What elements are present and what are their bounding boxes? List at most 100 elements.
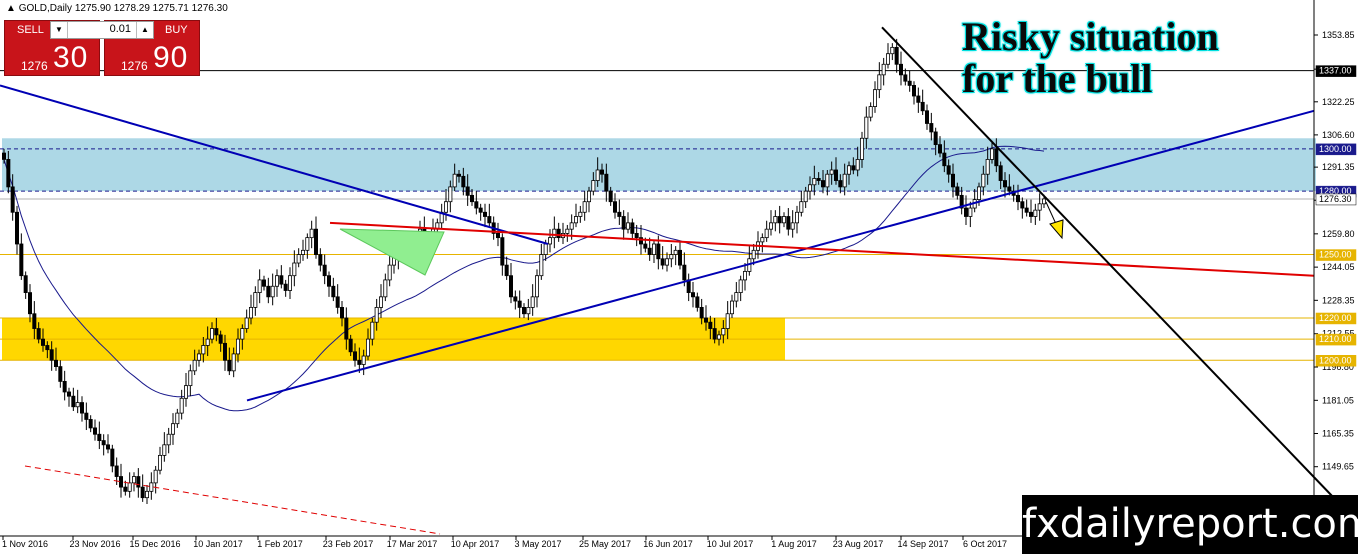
candle-bear-body: [816, 178, 821, 181]
candle-bull-body: [296, 254, 301, 264]
candle-bear-body: [1007, 186, 1012, 192]
candle-bear-body: [266, 285, 271, 298]
candle-bull-body: [864, 116, 869, 139]
candle-bear-body: [821, 180, 826, 188]
candle-bull-body: [569, 222, 574, 230]
candle-bull-body: [855, 159, 860, 171]
candle-bull-body: [144, 490, 149, 499]
candle-bear-body: [556, 228, 561, 239]
candle-bull-body: [248, 307, 253, 319]
candle-bull-body: [803, 190, 808, 203]
candle-bear-body: [352, 351, 357, 361]
candle-bear-body: [938, 144, 943, 154]
candle-bear-body: [1024, 207, 1029, 213]
candle-bull-body: [873, 89, 878, 107]
y-tick-label: 1322.25: [1322, 97, 1355, 107]
candle-bull-body: [795, 211, 800, 224]
candle-bull-body: [287, 275, 292, 291]
candle-bear-body: [80, 402, 85, 414]
price-label-text: 1200.00: [1319, 355, 1352, 365]
collapse-triangle-icon[interactable]: ▲: [6, 3, 16, 14]
candle-bull-body: [721, 328, 726, 336]
lot-decrease-icon[interactable]: ▼: [51, 22, 68, 38]
candle-bull-body: [842, 173, 847, 188]
candle-bull-body: [890, 46, 895, 55]
candle-bear-body: [777, 216, 782, 224]
candle-bear-body: [608, 190, 613, 203]
candle-bull-body: [548, 237, 553, 245]
candle-bull-body: [526, 307, 531, 315]
candle-bull-body: [543, 243, 548, 255]
candle-bear-body: [925, 110, 930, 124]
price-label: 1337.00: [1315, 65, 1357, 77]
candle-bear-body: [41, 338, 46, 346]
lot-increase-icon[interactable]: ▲: [136, 22, 153, 38]
candle-bull-body: [383, 279, 388, 298]
candle-bull-body: [751, 249, 756, 260]
candle-bear-body: [106, 444, 111, 450]
candle-bear-body: [326, 275, 331, 287]
candle-bull-body: [1042, 198, 1047, 205]
candle-bear-body: [617, 211, 622, 217]
x-tick-label: 10 Jan 2017: [193, 539, 243, 549]
candle-bull-body: [565, 228, 570, 234]
candle-bull-body: [183, 385, 188, 399]
price-label-text: 1276.30: [1319, 194, 1352, 204]
candle-bear-body: [487, 216, 492, 224]
candle-bear-body: [261, 279, 266, 287]
candle-bull-body: [977, 186, 982, 200]
annotation-line-1: Risky situation: [962, 14, 1219, 59]
candle-bull-body: [530, 296, 535, 308]
x-tick-label: 25 May 2017: [579, 539, 631, 549]
candle-bear-body: [214, 328, 219, 336]
candle-bear-body: [508, 275, 513, 298]
candle-bear-body: [964, 207, 969, 217]
candle-bear-body: [88, 419, 93, 429]
candle-bear-body: [357, 359, 362, 365]
symbol-header: ▲ GOLD,Daily 1275.90 1278.29 1275.71 127…: [6, 3, 228, 14]
candle-bear-body: [335, 296, 340, 308]
candle-bear-body: [912, 85, 917, 97]
candle-bear-body: [2, 152, 7, 160]
candle-bull-body: [443, 201, 448, 213]
price-label: 1200.00: [1315, 355, 1357, 367]
candle-bear-body: [712, 328, 717, 340]
price-label-text: 1220.00: [1319, 313, 1352, 323]
candle-bear-body: [704, 317, 709, 323]
candle-bear-body: [1020, 201, 1025, 209]
lot-size-input[interactable]: ▼ 0.01 ▲: [50, 21, 154, 39]
y-tick-label: 1291.35: [1322, 162, 1355, 172]
candle-bull-body: [626, 222, 631, 230]
candle-bear-body: [474, 201, 479, 209]
x-tick-label: 3 May 2017: [514, 539, 561, 549]
candle-bear-body: [140, 486, 145, 499]
candle-bear-body: [97, 433, 102, 441]
candle-bear-body: [6, 159, 11, 188]
candle-bear-body: [461, 175, 466, 188]
candle-bear-body: [478, 207, 483, 213]
candle-bear-body: [49, 349, 54, 361]
candle-bear-body: [45, 345, 50, 351]
candle-bear-body: [838, 180, 843, 188]
candle-bull-body: [868, 106, 873, 118]
candle-bull-body: [535, 275, 540, 298]
candle-bull-body: [574, 216, 579, 224]
candle-bear-body: [786, 216, 791, 230]
candle-bear-body: [110, 448, 115, 467]
candle-bear-body: [331, 285, 336, 298]
candle-bull-body: [730, 300, 735, 315]
candle-bear-body: [699, 307, 704, 319]
candle-bear-body: [851, 165, 856, 171]
candle-bear-body: [695, 296, 700, 308]
candle-bull-body: [270, 285, 275, 298]
candle-bull-body: [292, 262, 297, 277]
candle-bear-body: [36, 328, 41, 340]
candle-bear-body: [218, 334, 223, 344]
candle-bear-body: [894, 46, 899, 65]
candle-bull-body: [881, 63, 886, 76]
candle-bear-body: [660, 258, 665, 266]
candle-bear-body: [101, 440, 106, 446]
candle-bull-body: [990, 148, 995, 160]
candle-bull-body: [309, 228, 314, 239]
candle-bull-body: [985, 159, 990, 175]
